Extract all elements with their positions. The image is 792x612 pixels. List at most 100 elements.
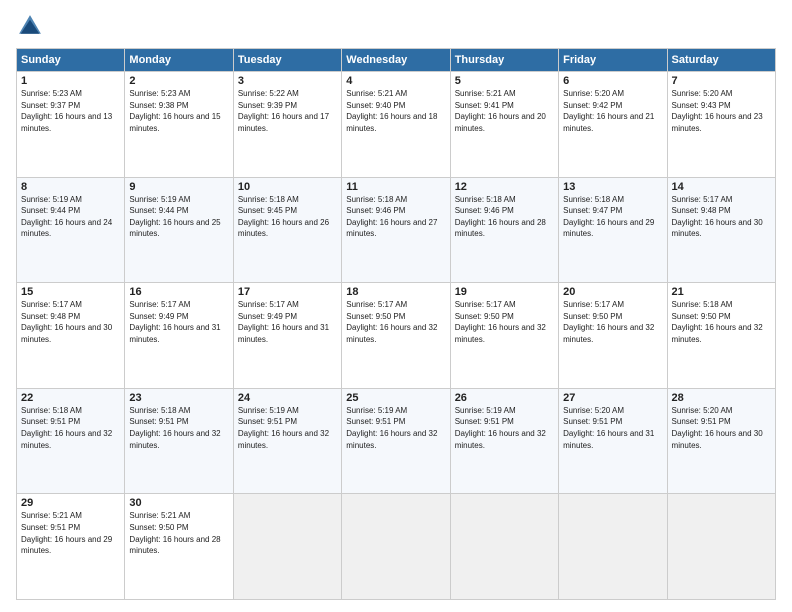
sunset-value: 9:44 PM [159,206,189,215]
sunset-label: Sunset: [346,206,375,215]
sunrise-value: 5:17 AM [378,300,407,309]
day-info: Sunrise: 5:18 AM Sunset: 9:47 PM Dayligh… [563,194,662,240]
day-info: Sunrise: 5:18 AM Sunset: 9:45 PM Dayligh… [238,194,337,240]
sunset-value: 9:45 PM [267,206,297,215]
sunset-value: 9:41 PM [484,101,514,110]
sunset-value: 9:50 PM [701,312,731,321]
calendar-day-cell: 9 Sunrise: 5:19 AM Sunset: 9:44 PM Dayli… [125,177,233,283]
calendar-day-cell: 26 Sunrise: 5:19 AM Sunset: 9:51 PM Dayl… [450,388,558,494]
sunset-label: Sunset: [129,206,158,215]
weekday-header: Wednesday [342,49,450,72]
day-number: 17 [238,286,337,298]
sunrise-value: 5:18 AM [486,195,515,204]
sunset-label: Sunset: [238,101,267,110]
daylight-label: Daylight: 16 hours and 13 minutes. [21,112,112,133]
daylight-label: Daylight: 16 hours and 32 minutes. [21,429,112,450]
sunrise-label: Sunrise: [346,406,378,415]
daylight-label: Daylight: 16 hours and 32 minutes. [238,429,329,450]
sunset-label: Sunset: [563,206,592,215]
day-number: 6 [563,75,662,87]
sunrise-value: 5:22 AM [269,89,298,98]
day-info: Sunrise: 5:17 AM Sunset: 9:49 PM Dayligh… [129,299,228,345]
day-number: 2 [129,75,228,87]
logo-icon [16,12,44,40]
sunset-label: Sunset: [346,417,375,426]
day-info: Sunrise: 5:20 AM Sunset: 9:43 PM Dayligh… [672,88,771,134]
day-number: 26 [455,392,554,404]
day-info: Sunrise: 5:23 AM Sunset: 9:37 PM Dayligh… [21,88,120,134]
daylight-label: Daylight: 16 hours and 17 minutes. [238,112,329,133]
day-number: 4 [346,75,445,87]
calendar-day-cell: 25 Sunrise: 5:19 AM Sunset: 9:51 PM Dayl… [342,388,450,494]
sunset-label: Sunset: [21,523,50,532]
day-info: Sunrise: 5:19 AM Sunset: 9:51 PM Dayligh… [238,405,337,451]
calendar-day-cell: 10 Sunrise: 5:18 AM Sunset: 9:45 PM Dayl… [233,177,341,283]
calendar-day-cell: 7 Sunrise: 5:20 AM Sunset: 9:43 PM Dayli… [667,72,775,178]
calendar-day-cell: 11 Sunrise: 5:18 AM Sunset: 9:46 PM Dayl… [342,177,450,283]
sunset-value: 9:51 PM [267,417,297,426]
sunrise-value: 5:19 AM [486,406,515,415]
sunset-label: Sunset: [563,312,592,321]
sunrise-label: Sunrise: [21,511,53,520]
day-number: 22 [21,392,120,404]
sunset-value: 9:51 PM [592,417,622,426]
sunrise-value: 5:21 AM [161,511,190,520]
calendar-day-cell: 13 Sunrise: 5:18 AM Sunset: 9:47 PM Dayl… [559,177,667,283]
daylight-label: Daylight: 16 hours and 28 minutes. [455,218,546,239]
calendar-day-cell: 2 Sunrise: 5:23 AM Sunset: 9:38 PM Dayli… [125,72,233,178]
sunset-label: Sunset: [672,417,701,426]
sunset-value: 9:42 PM [592,101,622,110]
day-info: Sunrise: 5:17 AM Sunset: 9:48 PM Dayligh… [21,299,120,345]
daylight-label: Daylight: 16 hours and 32 minutes. [346,429,437,450]
day-number: 28 [672,392,771,404]
daylight-label: Daylight: 16 hours and 23 minutes. [672,112,763,133]
daylight-label: Daylight: 16 hours and 30 minutes. [21,323,112,344]
daylight-label: Daylight: 16 hours and 29 minutes. [21,535,112,556]
sunset-label: Sunset: [21,417,50,426]
sunrise-label: Sunrise: [563,195,595,204]
day-number: 16 [129,286,228,298]
calendar-day-cell [559,494,667,600]
sunrise-label: Sunrise: [129,195,161,204]
sunset-label: Sunset: [455,312,484,321]
daylight-label: Daylight: 16 hours and 21 minutes. [563,112,654,133]
sunrise-label: Sunrise: [455,300,487,309]
daylight-label: Daylight: 16 hours and 32 minutes. [672,323,763,344]
sunset-value: 9:40 PM [376,101,406,110]
sunrise-label: Sunrise: [21,195,53,204]
sunrise-value: 5:17 AM [53,300,82,309]
sunrise-value: 5:17 AM [486,300,515,309]
calendar-day-cell: 8 Sunrise: 5:19 AM Sunset: 9:44 PM Dayli… [17,177,125,283]
sunrise-value: 5:19 AM [53,195,82,204]
day-number: 11 [346,181,445,193]
daylight-label: Daylight: 16 hours and 18 minutes. [346,112,437,133]
sunset-value: 9:50 PM [376,312,406,321]
sunrise-value: 5:19 AM [378,406,407,415]
sunset-label: Sunset: [455,206,484,215]
sunset-value: 9:39 PM [267,101,297,110]
sunrise-value: 5:18 AM [703,300,732,309]
calendar-day-cell: 28 Sunrise: 5:20 AM Sunset: 9:51 PM Dayl… [667,388,775,494]
sunset-label: Sunset: [129,417,158,426]
sunrise-label: Sunrise: [129,89,161,98]
weekday-header: Sunday [17,49,125,72]
sunrise-label: Sunrise: [129,300,161,309]
sunrise-value: 5:17 AM [161,300,190,309]
day-info: Sunrise: 5:18 AM Sunset: 9:51 PM Dayligh… [129,405,228,451]
header [16,12,776,40]
sunrise-label: Sunrise: [129,406,161,415]
day-info: Sunrise: 5:18 AM Sunset: 9:46 PM Dayligh… [346,194,445,240]
sunrise-value: 5:20 AM [703,89,732,98]
sunset-label: Sunset: [129,101,158,110]
sunrise-label: Sunrise: [563,300,595,309]
sunset-value: 9:50 PM [159,523,189,532]
calendar-day-cell: 4 Sunrise: 5:21 AM Sunset: 9:40 PM Dayli… [342,72,450,178]
sunrise-value: 5:20 AM [595,89,624,98]
daylight-label: Daylight: 16 hours and 32 minutes. [455,323,546,344]
sunrise-label: Sunrise: [672,89,704,98]
sunrise-value: 5:18 AM [378,195,407,204]
sunset-label: Sunset: [346,312,375,321]
sunset-value: 9:44 PM [50,206,80,215]
sunrise-value: 5:18 AM [595,195,624,204]
day-info: Sunrise: 5:17 AM Sunset: 9:48 PM Dayligh… [672,194,771,240]
